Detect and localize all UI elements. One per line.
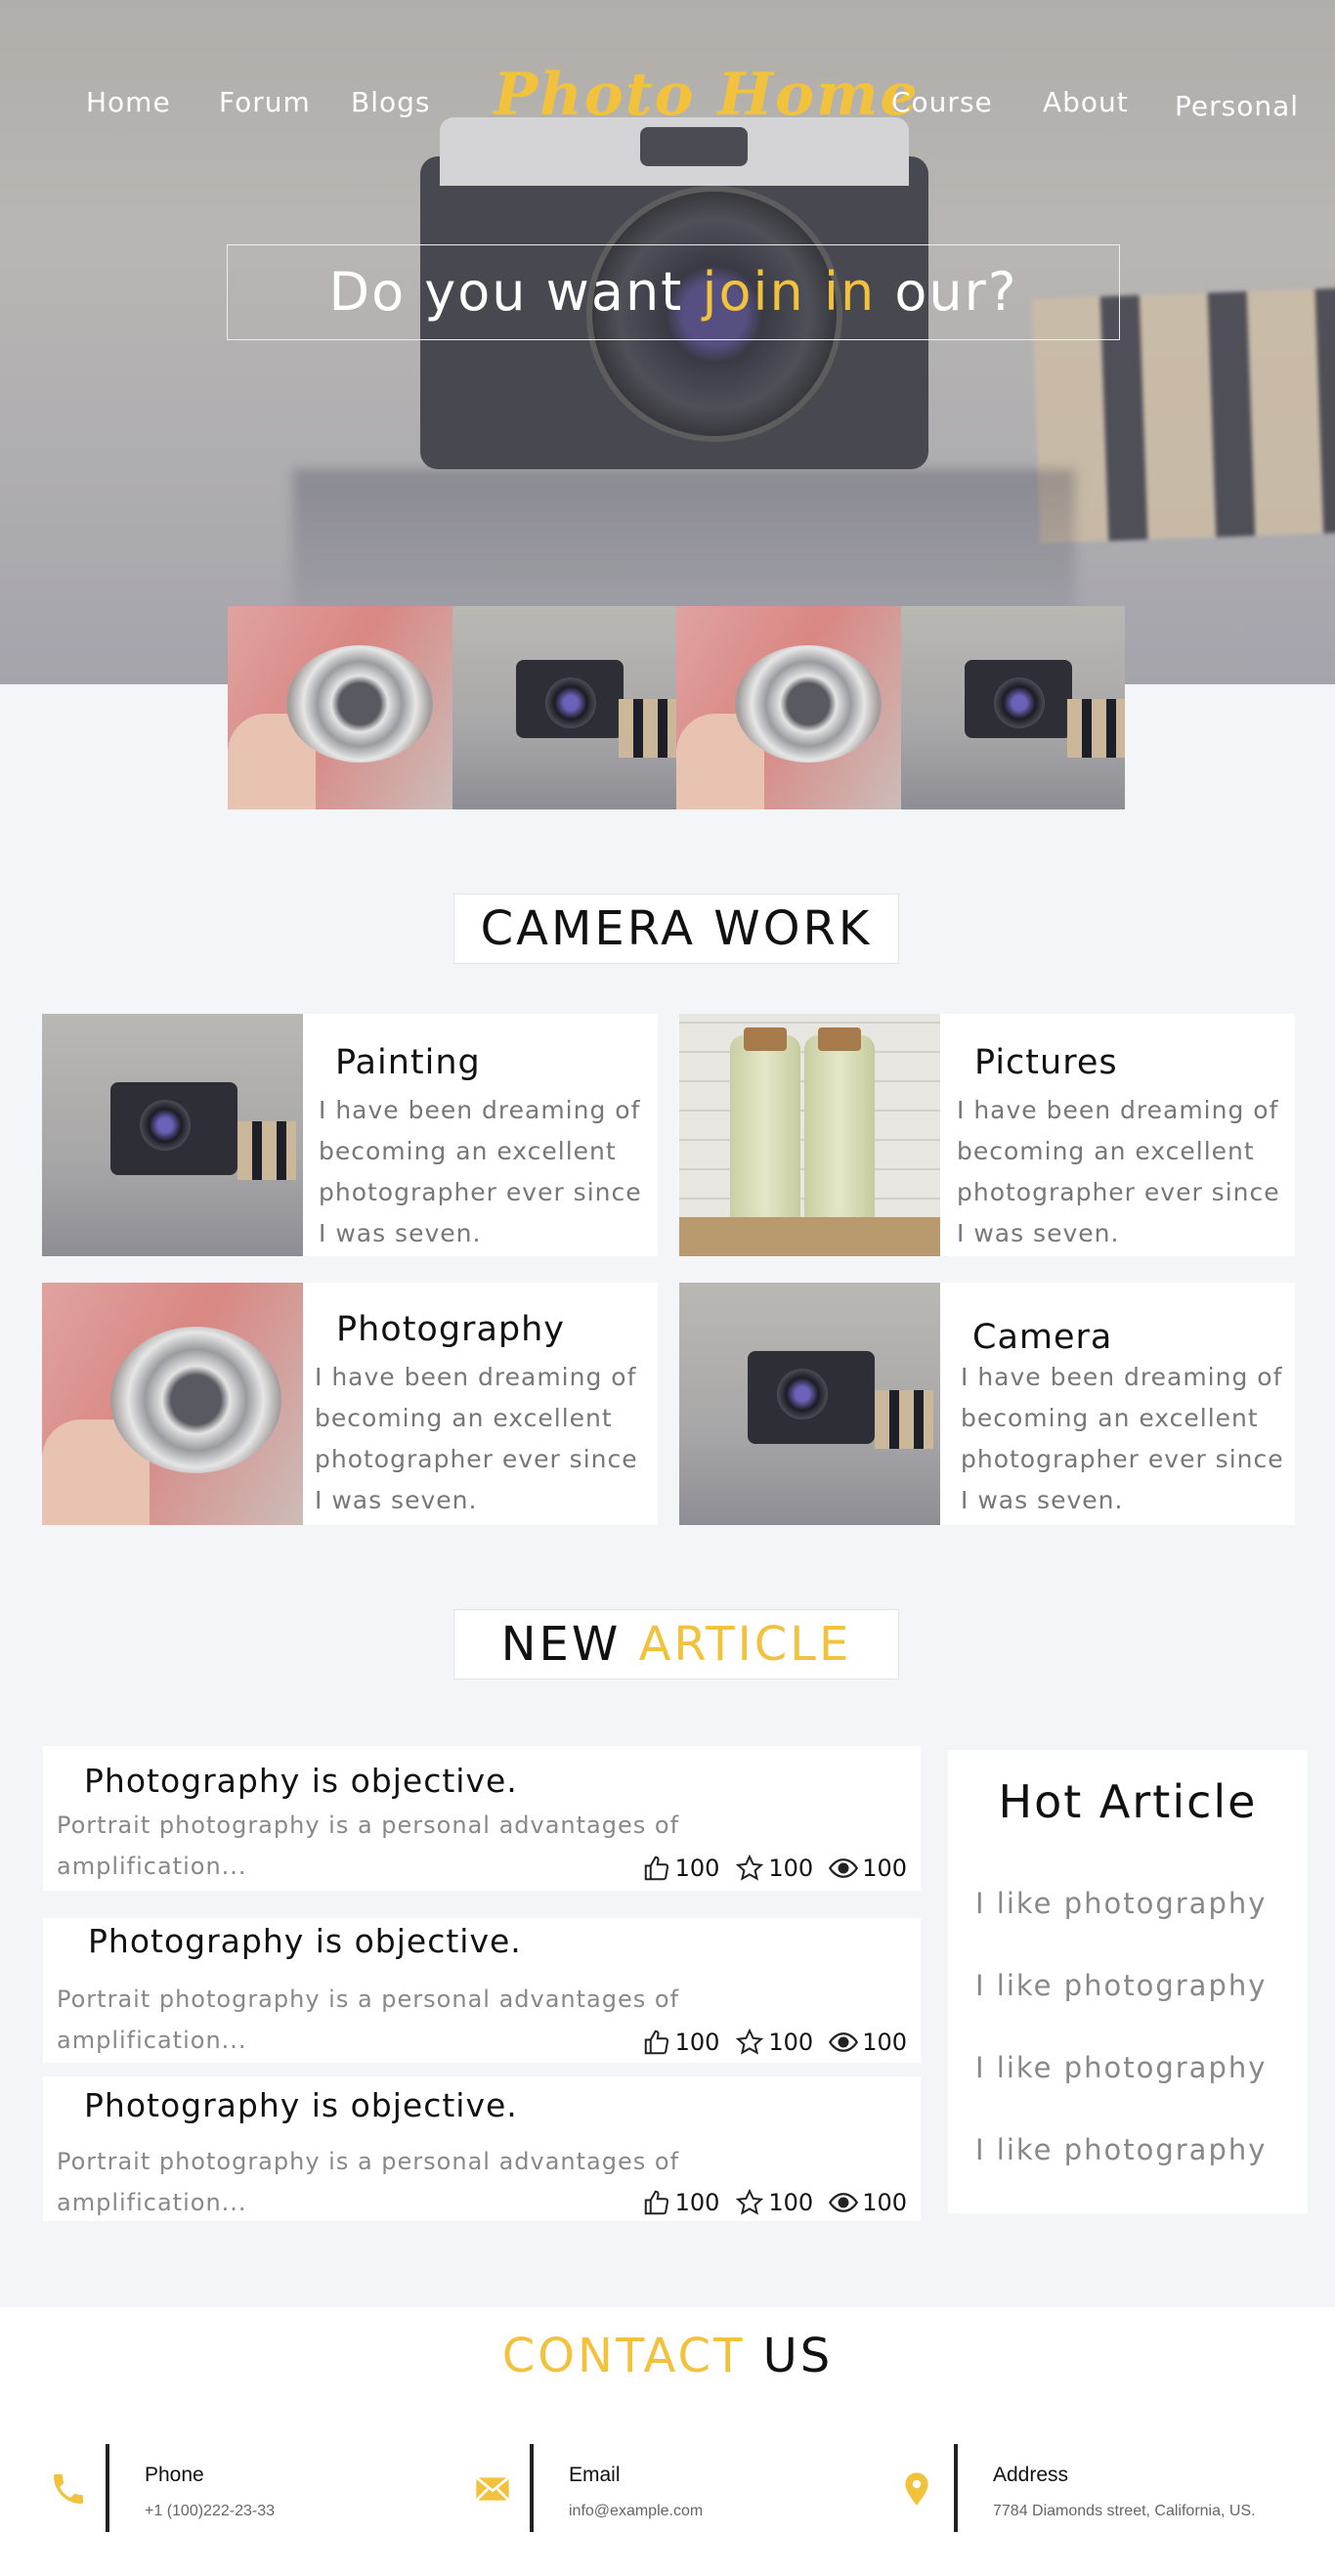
eye-icon (829, 2032, 859, 2052)
star-icon (736, 2028, 764, 2055)
contact-address-value: 7784 Diamonds street, California, US. (993, 2503, 1256, 2519)
nav-home[interactable]: Home (86, 86, 171, 118)
join-highlight: join in (702, 261, 877, 323)
like-button[interactable]: 100 (642, 1854, 719, 1883)
envelope-icon (475, 2476, 510, 2502)
eye-icon (829, 2193, 859, 2212)
article-card[interactable]: Photography is objective. Portrait photo… (43, 2076, 921, 2221)
thumbnail-strip (228, 606, 1125, 809)
work-card-title: Camera (972, 1318, 1113, 1357)
work-card-title: Painting (335, 1043, 481, 1082)
thumbnail-2[interactable] (452, 606, 676, 809)
join-text-2: our? (876, 261, 1018, 323)
contact-phone-value: +1 (100)222-23-33 (145, 2503, 275, 2519)
contact-address-label: Address (993, 2464, 1069, 2486)
hot-article-link[interactable]: I like photography (975, 2133, 1267, 2166)
hot-article-link[interactable]: I like photography (975, 2051, 1267, 2084)
contact-address[interactable]: Address 7784 Diamonds street, California… (897, 2444, 1308, 2532)
article-card[interactable]: Photography is objective. Portrait photo… (43, 1746, 921, 1891)
nav-forum[interactable]: Forum (219, 86, 311, 118)
thumbnail-4[interactable] (900, 606, 1125, 809)
like-button[interactable]: 100 (642, 2188, 719, 2217)
star-button[interactable]: 100 (735, 2188, 813, 2217)
article-stats: 100 100 100 (626, 2188, 907, 2217)
work-card-camera[interactable]: Camera I have been dreaming of becoming a… (679, 1283, 1295, 1525)
contact-heading: CONTACT US (501, 2329, 834, 2383)
work-card-image (42, 1283, 303, 1525)
hot-article-link[interactable]: I like photography (975, 1969, 1267, 2002)
like-button[interactable]: 100 (642, 2028, 719, 2057)
hot-article-link[interactable]: I like photography (975, 1887, 1267, 1920)
article-title: Photography is objective. (88, 1922, 522, 1960)
work-card-desc: I have been dreaming of becoming an excel… (961, 1363, 1284, 1514)
work-card-image (679, 1283, 940, 1525)
hot-article-panel: Hot Article I like photography I like ph… (948, 1750, 1308, 2213)
contact-phone[interactable]: Phone +1 (100)222-23-33 (49, 2444, 420, 2532)
join-banner[interactable]: Do you want join in our? (227, 244, 1120, 340)
thumb-up-icon (644, 2190, 668, 2215)
contact-email[interactable]: Email info@example.com (473, 2444, 844, 2532)
work-card-pictures[interactable]: Pictures I have been dreaming of becoming… (679, 1014, 1295, 1256)
thumb-up-icon (644, 1856, 668, 1881)
eye-icon (829, 1858, 859, 1878)
contact-email-label: Email (569, 2464, 621, 2486)
article-title: Photography is objective. (84, 1762, 518, 1800)
thumb-up-icon (644, 2030, 668, 2055)
camera-work-heading: CAMERA WORK (453, 894, 899, 964)
location-pin-icon (905, 2472, 928, 2506)
nav-about[interactable]: About (1043, 86, 1129, 118)
contact-section: CONTACT US Phone +1 (100)222-23-33 Email… (0, 2307, 1335, 2576)
nav-personal[interactable]: Personal (1175, 90, 1299, 122)
work-card-title: Photography (336, 1310, 566, 1349)
site-logo[interactable]: Photo Home (494, 61, 920, 129)
star-button[interactable]: 100 (735, 1854, 813, 1883)
work-card-photography[interactable]: Photography I have been dreaming of becom… (42, 1283, 658, 1525)
star-icon (736, 1854, 764, 1881)
hot-article-title: Hot Article (998, 1775, 1258, 1828)
star-icon (736, 2188, 764, 2215)
star-button[interactable]: 100 (735, 2028, 813, 2057)
article-card[interactable]: Photography is objective. Portrait photo… (43, 1918, 921, 2063)
hero-banner: Home Forum Blogs Photo Home Course About… (0, 0, 1335, 684)
view-count: 100 (829, 1854, 907, 1883)
article-stats: 100 100 100 (626, 2028, 907, 2057)
phone-icon (54, 2474, 83, 2504)
nav-course[interactable]: Course (891, 86, 993, 118)
nav-blogs[interactable]: Blogs (351, 86, 430, 118)
contact-email-value: info@example.com (569, 2503, 704, 2519)
view-count: 100 (829, 2188, 907, 2217)
thumbnail-1[interactable] (228, 606, 452, 809)
work-card-image (679, 1014, 940, 1256)
work-card-title: Pictures (974, 1043, 1118, 1082)
thumbnail-3[interactable] (676, 606, 901, 809)
join-text-1: Do you want (328, 261, 703, 323)
work-card-image (42, 1014, 303, 1256)
work-card-desc: I have been dreaming of becoming an excel… (319, 1096, 642, 1247)
work-card-painting[interactable]: Painting I have been dreaming of becoming… (42, 1014, 658, 1256)
contact-phone-label: Phone (145, 2464, 204, 2486)
article-stats: 100 100 100 (626, 1854, 907, 1883)
article-title: Photography is objective. (84, 2086, 518, 2124)
view-count: 100 (829, 2028, 907, 2057)
work-card-desc: I have been dreaming of becoming an excel… (315, 1363, 638, 1514)
work-card-desc: I have been dreaming of becoming an excel… (957, 1096, 1280, 1247)
new-article-heading: NEW ARTICLE (453, 1609, 899, 1680)
